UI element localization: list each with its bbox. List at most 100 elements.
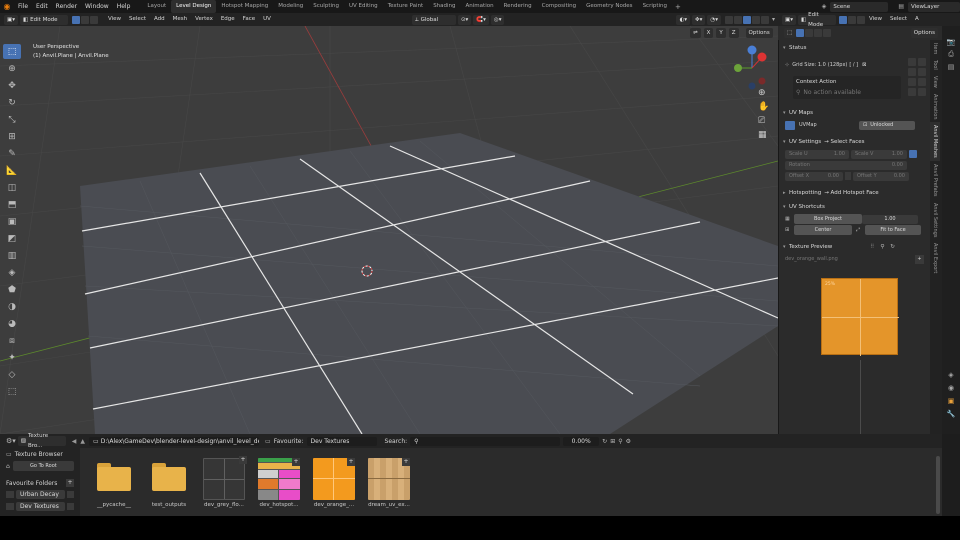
menu-uv[interactable]: UV [259,13,275,26]
add-texture-icon[interactable]: + [347,458,355,466]
grid-close-icon[interactable]: ⊠ [862,62,866,68]
material-shading-icon[interactable] [751,15,760,24]
tab-hotspot-mapping[interactable]: Hotspot Mapping [216,0,273,13]
xray-icon[interactable] [724,15,733,24]
status-icon-1[interactable] [908,58,916,66]
menu-view-right[interactable]: View [865,13,886,26]
right-toggle-4[interactable] [823,29,832,37]
filter-icon[interactable]: ⚲ [618,438,622,445]
tab-shading[interactable]: Shading [428,0,460,13]
pivot-icon[interactable]: ⊙▾ [457,14,472,25]
tab-view[interactable]: View [930,73,940,91]
favourite-folder-row[interactable]: Urban Decay [6,490,74,499]
rotate-tool-icon[interactable]: ↻ [3,95,21,110]
zoom-field[interactable]: 0.00% [563,436,600,446]
tab-tool[interactable]: Tool [930,57,940,73]
measure-tool-icon[interactable]: 📐 [3,163,21,178]
status-icon-2[interactable] [918,58,926,66]
scene-props-icon[interactable]: ◈ [948,371,953,379]
file-browser-selector[interactable]: ▨ Texture Bro... [17,433,66,449]
camera-view-icon[interactable]: ⎚ [758,116,769,126]
ortho-grid-icon[interactable]: ▦ [758,130,769,140]
status-icon-5[interactable] [908,78,916,86]
edge-slide-tool-icon[interactable]: ⧈ [3,333,21,348]
shrink-fatten-tool-icon[interactable]: ✦ [3,350,21,365]
scene-selector[interactable]: Scene [830,1,889,12]
object-props-icon[interactable]: ▣ [948,397,955,405]
render-props-icon[interactable]: 📷 [947,38,956,46]
parent-folder-icon[interactable]: ▲ [80,438,85,445]
file-item[interactable]: + dev_grey_flo... [202,456,247,518]
favourite-dropdown[interactable]: Dev Textures [306,436,377,446]
menu-more-right[interactable]: A [911,13,923,26]
file-item[interactable]: __pycache__ [92,458,136,518]
tab-animation[interactable]: Animation [461,0,499,13]
editor-type-icon-right[interactable]: ▣▾ [782,14,796,25]
wireframe-shading-icon[interactable] [733,15,742,24]
tab-anvil-meshes[interactable]: Anvil Meshes [930,122,940,162]
face-select-icon-right[interactable] [856,15,865,24]
link-scale-icon[interactable] [909,150,917,158]
3d-viewport[interactable]: User Perspective (1) Anvil.Plane | Anvil… [0,26,778,434]
edge-select-icon-right[interactable] [847,15,856,24]
axis-z-toggle[interactable]: Z [728,28,739,38]
import-icon[interactable]: ⊞ [610,438,615,445]
file-browser-scrollbar[interactable] [936,456,940,514]
go-to-root-button[interactable]: Go To Root [12,461,74,471]
mode-selector-right[interactable]: ◧ Edit Mode [797,12,836,28]
cursor-tool-icon[interactable]: ⊕ [3,61,21,76]
path-field[interactable]: ▭ D:\Alex\GameDev\blender-level-design\a… [89,436,260,446]
menu-help[interactable]: Help [113,0,135,13]
move-tool-icon[interactable]: ✥ [3,78,21,93]
tab-level-design[interactable]: Level Design [171,0,217,13]
view-layer-selector[interactable]: ViewLayer [908,1,960,12]
search-input[interactable]: ⚲ [410,436,561,446]
right-toggle-2[interactable] [805,29,814,37]
back-arrow-icon[interactable]: ◀ [72,438,77,445]
uv-map-name[interactable]: UVMap [799,122,859,128]
axis-y-toggle[interactable]: Y [716,28,726,38]
navigation-gizmo[interactable] [734,45,767,90]
axis-x-toggle[interactable]: X [703,28,714,38]
uv-map-lock-field[interactable]: ⊡ Unlocked [859,120,915,130]
status-section-header[interactable]: ▾ Status [779,42,930,54]
right-toggle-3[interactable] [814,29,823,37]
tab-modeling[interactable]: Modeling [273,0,308,13]
add-texture-icon[interactable]: + [239,456,247,464]
menu-file[interactable]: File [14,0,32,13]
snap-icon[interactable]: 🧲▾ [473,14,489,25]
right-toggle-1[interactable] [796,29,805,37]
add-texture-icon[interactable]: + [292,458,300,466]
uv-settings-section-header[interactable]: ▾ UV Settings → Select Faces [779,136,930,148]
remove-favourite-icon[interactable] [67,503,74,510]
remove-favourite-icon[interactable] [67,491,74,498]
status-icon-3[interactable] [908,68,916,76]
shading-options-icon[interactable]: ▾ [769,16,778,23]
texture-add-icon[interactable]: + [915,254,924,264]
edge-select-icon[interactable] [80,15,89,24]
texture-preview-section-header[interactable]: ▾ Texture Preview ⠿ ⚲ ↻ [779,241,930,253]
fit-to-face-button[interactable]: Fit to Face [865,225,921,235]
refresh-icon[interactable]: ↻ [602,438,607,445]
tab-compositing[interactable]: Compositing [537,0,581,13]
solid-shading-icon[interactable] [742,15,751,24]
options-dropdown-right[interactable]: Options [910,28,938,38]
proportional-edit-icon[interactable]: ◎▾ [490,14,505,25]
menu-render[interactable]: Render [52,0,81,13]
menu-select-right[interactable]: Select [886,13,911,26]
overlays-icon[interactable]: ◔▾ [707,14,721,25]
select-tool-right-icon[interactable]: ⬚ [784,28,796,38]
spin-tool-icon[interactable]: ◑ [3,299,21,314]
status-icon-8[interactable] [918,88,926,96]
view-object-types-icon[interactable]: ◐▾ [676,14,691,25]
options-dropdown[interactable]: Options [745,28,773,38]
transform-orientation-selector[interactable]: ⟂ Global [411,14,456,25]
output-props-icon[interactable]: ⎙ [948,50,954,59]
favourite-folder-2[interactable]: Dev Textures [16,502,65,511]
loop-cut-tool-icon[interactable]: ▥ [3,248,21,263]
menu-edit[interactable]: Edit [32,0,52,13]
pan-hand-icon[interactable]: ✋ [758,102,769,112]
rendered-shading-icon[interactable] [760,15,769,24]
menu-view[interactable]: View [104,13,125,26]
poly-build-tool-icon[interactable]: ⬟ [3,282,21,297]
